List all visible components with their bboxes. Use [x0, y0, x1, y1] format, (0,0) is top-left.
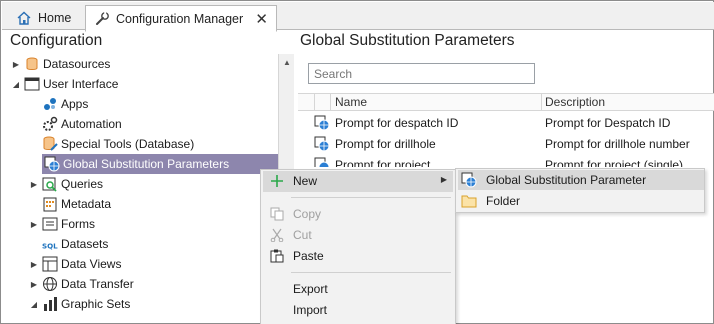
database-tool-icon — [42, 136, 58, 152]
tree-item-special-tools[interactable]: Special Tools (Database) — [28, 134, 194, 154]
global-parameter-icon — [314, 136, 330, 152]
context-menu: New ▶ Copy Cut Paste Export Import — [260, 169, 456, 324]
column-header-description[interactable]: Description — [545, 95, 605, 109]
window-icon — [24, 76, 40, 92]
expand-arrow-icon[interactable]: ▶ — [10, 60, 22, 69]
menu-item-paste[interactable]: Paste — [263, 246, 453, 267]
expand-arrow-icon[interactable]: ▶ — [28, 180, 40, 189]
scroll-up-arrow-icon[interactable]: ▲ — [283, 58, 291, 67]
wrench-icon — [94, 11, 110, 27]
tree-item-global-substitution-parameters[interactable]: Global Substitution Parameters — [42, 154, 279, 174]
folder-icon — [461, 195, 477, 208]
global-parameter-icon — [461, 172, 477, 188]
global-parameter-icon — [314, 157, 330, 167]
close-tab-icon[interactable]: ✕ — [255, 10, 268, 28]
menu-separator — [291, 272, 451, 273]
tab-home-label: Home — [38, 11, 72, 25]
menu-item-copy[interactable]: Copy — [263, 204, 453, 225]
automation-gear-icon — [42, 116, 58, 132]
global-parameter-icon — [314, 115, 330, 131]
graphic-sets-icon — [42, 296, 58, 312]
menu-item-import[interactable]: Import — [263, 300, 453, 321]
metadata-icon — [42, 196, 58, 212]
app-window: Home Configuration Manager ✕ Configurati… — [0, 0, 714, 324]
tree-item-datasources[interactable]: ▶ Datasources — [10, 54, 110, 74]
tab-configuration-manager[interactable]: Configuration Manager ✕ — [85, 5, 277, 32]
expand-arrow-icon[interactable]: ▶ — [28, 280, 40, 289]
column-header-name[interactable]: Name — [335, 95, 367, 109]
tab-strip: Home Configuration Manager ✕ — [2, 2, 714, 32]
tree-item-data-views[interactable]: ▶ Data Views — [28, 254, 121, 274]
home-icon — [16, 10, 32, 26]
expand-arrow-icon[interactable]: ▶ — [28, 260, 40, 269]
tree-item-datasets[interactable]: SQL Datasets — [28, 234, 108, 254]
tree-item-queries[interactable]: ▶ Queries — [28, 174, 103, 194]
expand-arrow-icon[interactable]: ▶ — [28, 220, 40, 229]
configuration-panel-title: Configuration — [10, 32, 103, 49]
row-description: Prompt for Despatch ID — [545, 116, 671, 130]
submenu-item-folder[interactable]: Folder — [458, 191, 704, 211]
table-row[interactable]: Prompt for project Prompt for project (s… — [298, 155, 714, 167]
new-submenu: Global Substitution Parameter Folder — [455, 168, 705, 213]
svg-text:SQL: SQL — [42, 241, 58, 250]
tree-item-user-interface[interactable]: ◢ User Interface — [10, 74, 118, 94]
sql-dataset-icon: SQL — [42, 236, 58, 252]
collapse-arrow-icon[interactable]: ◢ — [28, 300, 40, 309]
tree-item-automation[interactable]: Automation — [28, 114, 122, 134]
submenu-item-global-substitution-parameter[interactable]: Global Substitution Parameter — [458, 170, 704, 190]
submenu-arrow-icon: ▶ — [440, 175, 447, 184]
row-description: Prompt for drillhole number — [545, 137, 690, 151]
search-input[interactable]: Search — [308, 63, 535, 84]
tree-item-graphic-sets[interactable]: ◢ Graphic Sets — [28, 294, 130, 314]
global-parameter-icon — [44, 156, 60, 172]
apps-icon — [42, 96, 58, 112]
database-icon — [24, 56, 40, 72]
configuration-tree: ▶ Datasources ◢ User Interface Apps Auto… — [2, 54, 279, 324]
menu-item-export[interactable]: Export — [263, 279, 453, 300]
tree-item-metadata[interactable]: Metadata — [28, 194, 111, 214]
row-name: Prompt for despatch ID — [335, 116, 459, 130]
table-row[interactable]: Prompt for drillhole Prompt for drillhol… — [298, 134, 714, 155]
scissors-icon — [269, 227, 285, 243]
search-placeholder: Search — [314, 66, 353, 81]
tree-item-forms[interactable]: ▶ Forms — [28, 214, 95, 234]
parameters-grid-header: Name Description — [298, 93, 714, 111]
parameters-panel-title: Global Substitution Parameters — [300, 32, 515, 49]
query-icon — [42, 176, 58, 192]
row-description: Prompt for project (single) — [545, 158, 684, 167]
menu-separator — [291, 197, 451, 198]
menu-item-cut[interactable]: Cut — [263, 225, 453, 246]
plus-icon — [269, 173, 285, 189]
form-icon — [42, 216, 58, 232]
row-name: Prompt for drillhole — [335, 137, 436, 151]
tree-item-data-transfer[interactable]: ▶ Data Transfer — [28, 274, 134, 294]
table-view-icon — [42, 256, 58, 272]
globe-transfer-icon — [42, 276, 58, 292]
menu-item-new[interactable]: New ▶ — [263, 171, 453, 192]
tab-configuration-manager-label: Configuration Manager — [116, 11, 244, 26]
row-name: Prompt for project — [335, 158, 431, 167]
tree-item-apps[interactable]: Apps — [28, 94, 88, 114]
paste-icon — [269, 248, 285, 264]
copy-icon — [269, 206, 285, 222]
tab-home[interactable]: Home — [8, 5, 82, 31]
table-row[interactable]: Prompt for despatch ID Prompt for Despat… — [298, 113, 714, 134]
collapse-arrow-icon[interactable]: ◢ — [10, 80, 22, 89]
